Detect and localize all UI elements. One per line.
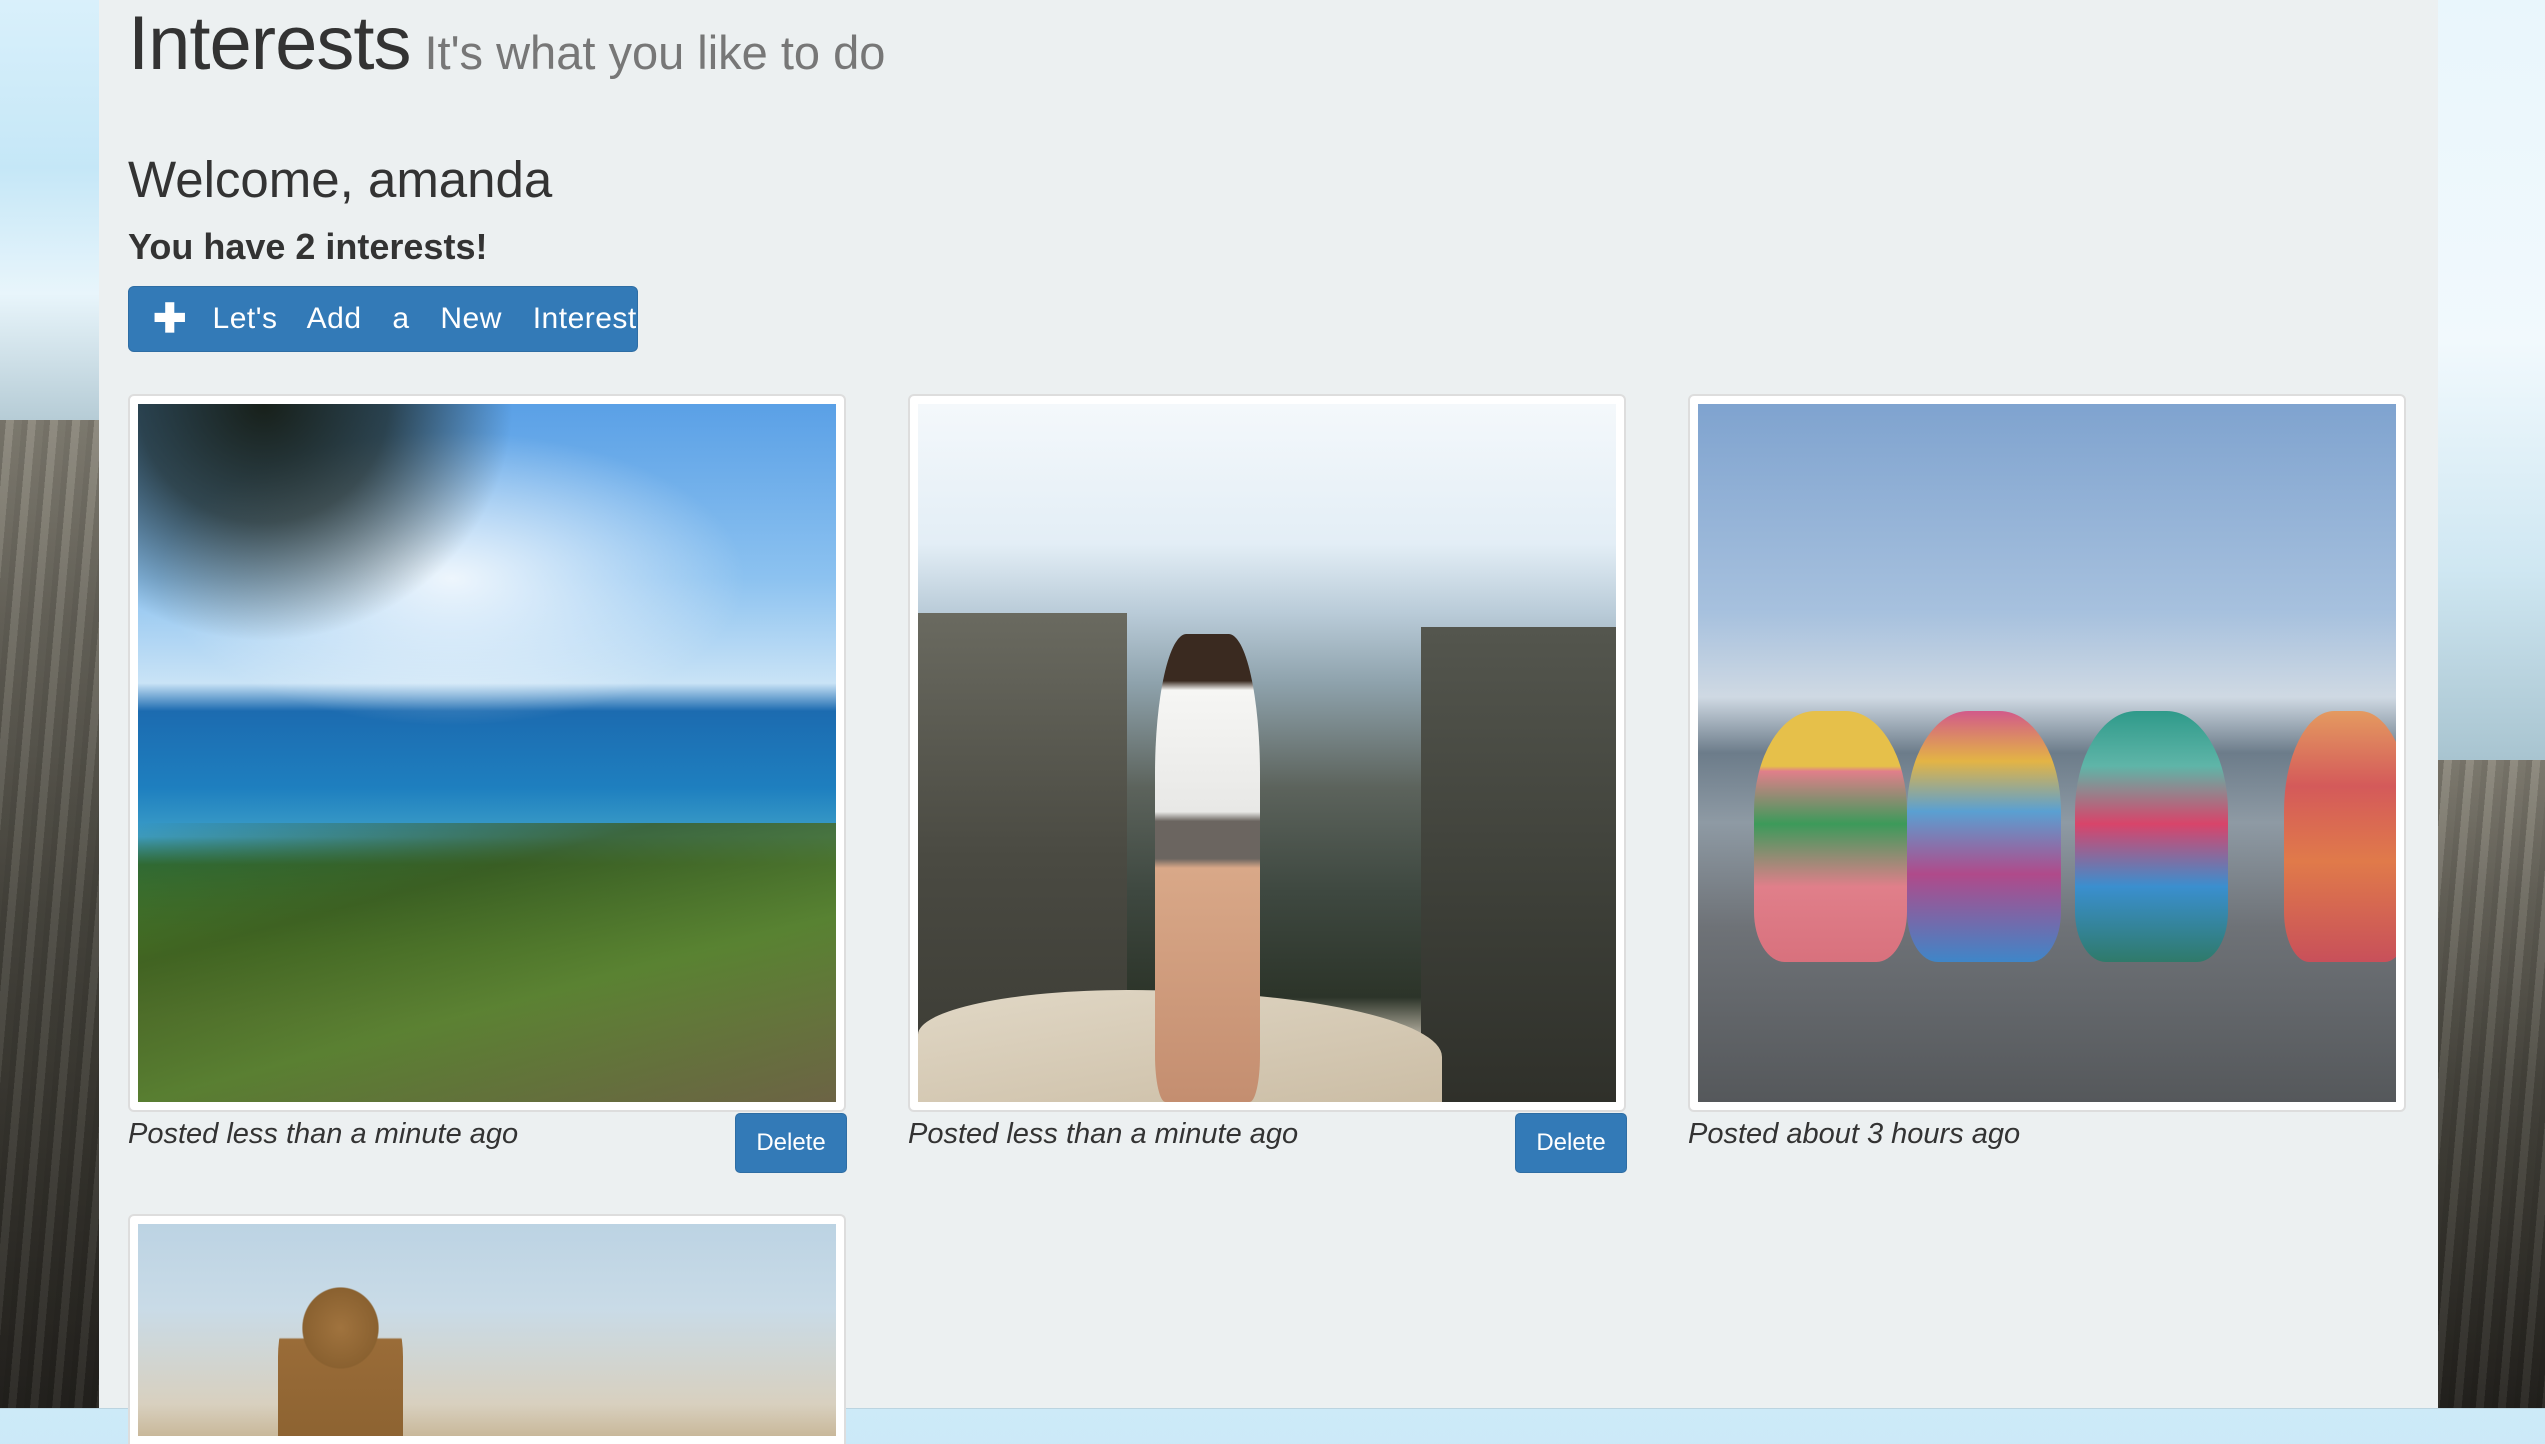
interest-card	[1688, 394, 2406, 1112]
interest-photo	[138, 1224, 836, 1436]
page-title: Interests	[128, 1, 411, 86]
background-right	[2438, 0, 2545, 1408]
plus-icon: ✚	[153, 297, 187, 341]
interest-card	[128, 1214, 846, 1444]
background-left	[0, 0, 99, 1408]
interest-photo	[138, 404, 836, 1102]
interest-photo	[918, 404, 1616, 1102]
interest-caption: Posted less than a minute ago	[128, 1118, 519, 1150]
interest-photo	[1698, 404, 2396, 1102]
interest-card	[908, 394, 1626, 1112]
interest-count: You have 2 interests!	[128, 226, 488, 267]
welcome-heading: Welcome, amanda	[128, 151, 553, 208]
delete-button[interactable]: Delete	[735, 1113, 847, 1173]
main-container: Interests It's what you like to do Welcom…	[99, 0, 2438, 1444]
interest-card	[128, 394, 846, 1112]
interest-caption: Posted about 3 hours ago	[1688, 1118, 2021, 1150]
interest-caption: Posted less than a minute ago	[908, 1118, 1299, 1150]
page-subtitle: It's what you like to do	[424, 26, 886, 79]
page-header: Interests It's what you like to do	[128, 0, 885, 87]
add-interest-button[interactable]: ✚ Let's Add a New Interest	[128, 286, 638, 352]
add-interest-label: Let's Add a New Interest	[212, 302, 637, 335]
delete-button[interactable]: Delete	[1515, 1113, 1627, 1173]
